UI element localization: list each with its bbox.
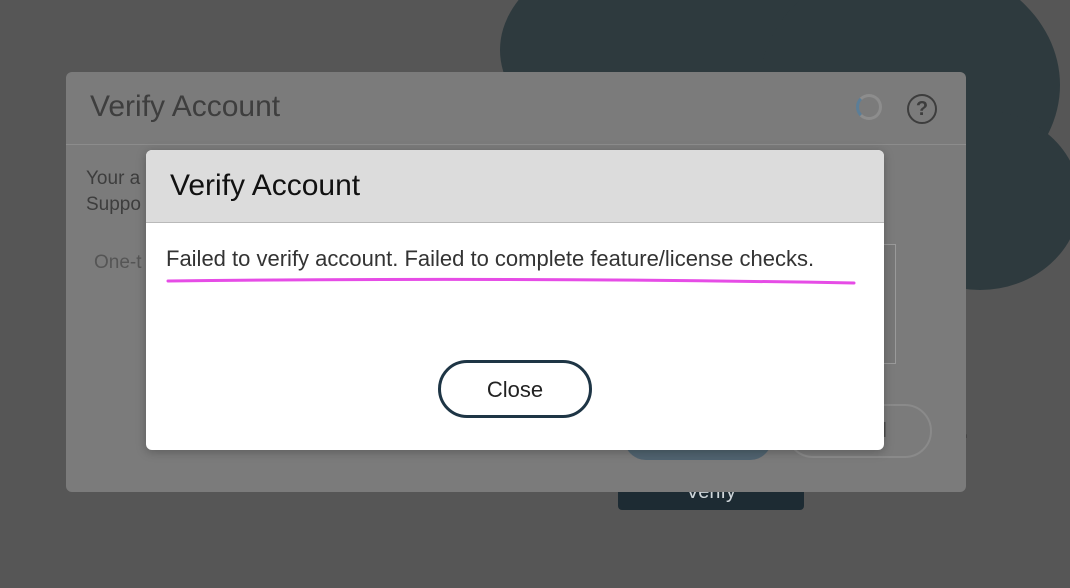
close-button[interactable]: Close (438, 360, 592, 418)
help-icon: ? (907, 94, 937, 124)
dialog-header: Verify Account ? (66, 72, 966, 145)
alert-message: Failed to verify account. Failed to comp… (166, 246, 815, 271)
alert-title: Verify Account (170, 169, 361, 202)
loading-spinner-icon (856, 94, 882, 120)
message-highlight-underline (166, 277, 856, 285)
alert-header: Verify Account (146, 150, 884, 223)
verify-account-alert-dialog: Verify Account Failed to verify account.… (146, 150, 884, 450)
dialog-title: Verify Account (90, 90, 281, 123)
